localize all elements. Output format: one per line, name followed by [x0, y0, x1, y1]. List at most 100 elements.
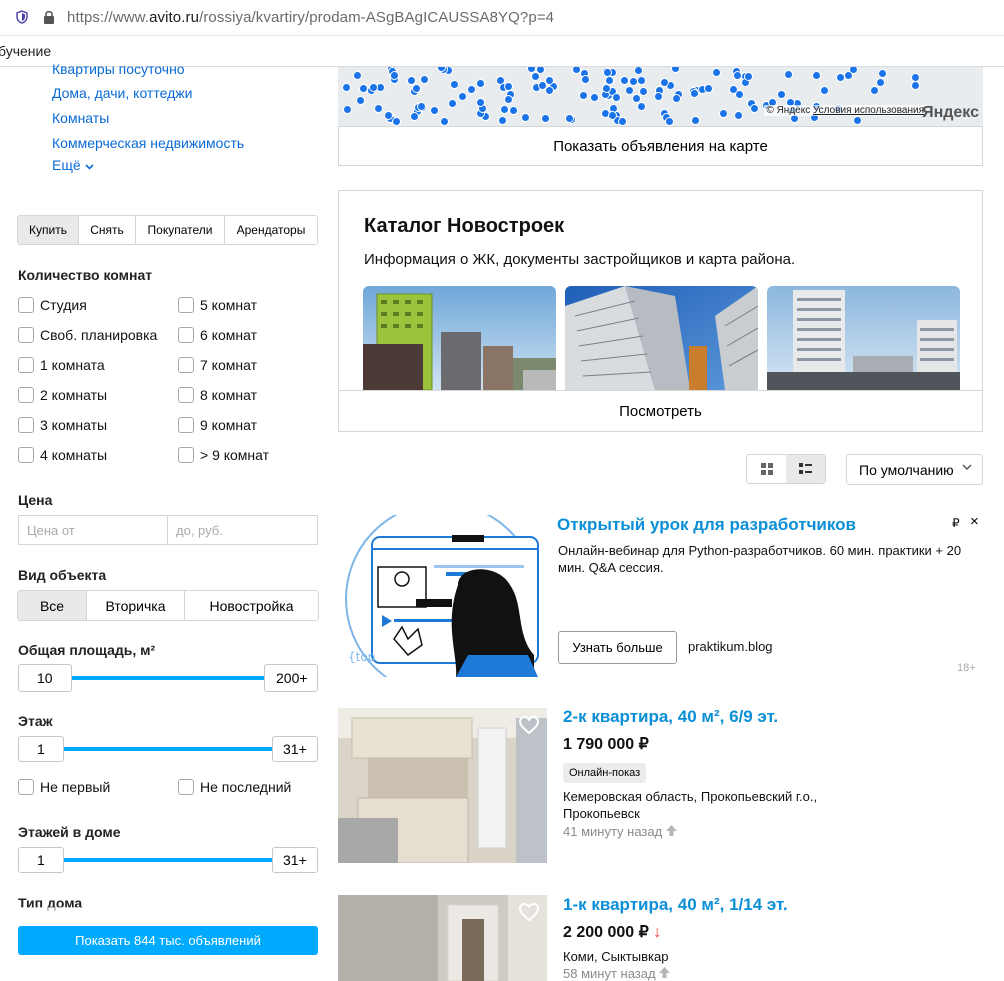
map-marker[interactable]	[819, 85, 829, 95]
room-checkbox[interactable]	[178, 357, 194, 373]
room-checkbox[interactable]	[178, 327, 194, 343]
map-marker[interactable]	[637, 75, 647, 85]
tab-buy[interactable]: Купить	[18, 216, 79, 244]
area-min-input[interactable]: 10	[18, 664, 72, 692]
ad-title[interactable]: Открытый урок для разработчиков	[557, 515, 856, 535]
room-checkbox[interactable]	[178, 387, 194, 403]
category-link[interactable]: Коммерческая недвижимость	[52, 135, 244, 151]
map-marker[interactable]	[639, 87, 649, 97]
floors-slider-track[interactable]	[62, 858, 274, 862]
ad-image[interactable]: {top	[338, 515, 547, 677]
map-marker[interactable]	[671, 94, 681, 104]
map-marker[interactable]	[602, 67, 612, 77]
map-marker[interactable]	[498, 115, 508, 125]
url-text[interactable]: https://www.avito.ru/rossiya/kvartiry/pr…	[67, 9, 554, 26]
listing-title[interactable]: 2-к квартира, 40 м², 6/9 эт.	[563, 707, 778, 727]
map-marker[interactable]	[580, 75, 590, 85]
lock-icon[interactable]	[42, 9, 56, 25]
map-marker[interactable]	[665, 117, 675, 126]
map-marker[interactable]	[636, 101, 646, 111]
room-checkbox[interactable]	[18, 357, 34, 373]
room-checkbox[interactable]	[18, 327, 34, 343]
map-marker[interactable]	[690, 116, 700, 126]
map-marker[interactable]	[374, 103, 384, 113]
price-from-input[interactable]: Цена от	[18, 515, 168, 545]
map-marker[interactable]	[342, 82, 352, 92]
listing-photo[interactable]	[338, 708, 547, 863]
map-marker[interactable]	[475, 97, 485, 107]
map-marker[interactable]	[783, 70, 793, 80]
map-marker[interactable]	[355, 96, 365, 106]
map-marker[interactable]	[624, 85, 634, 95]
map-marker[interactable]	[467, 84, 477, 94]
map-marker[interactable]	[430, 105, 440, 115]
list-view-button[interactable]	[786, 455, 825, 483]
map-marker[interactable]	[719, 108, 729, 118]
map-marker[interactable]	[343, 104, 353, 114]
tab-buyers[interactable]: Покупатели	[136, 216, 225, 244]
area-slider-track[interactable]	[70, 676, 266, 680]
grid-view-button[interactable]	[747, 455, 786, 483]
map-marker[interactable]	[530, 71, 540, 81]
tab-secondary[interactable]: Вторичка	[87, 591, 185, 620]
map-marker[interactable]	[712, 67, 722, 77]
catalog-see-button[interactable]: Посмотреть	[339, 390, 982, 432]
map-marker[interactable]	[579, 91, 589, 101]
map-marker[interactable]	[654, 91, 664, 101]
map-marker[interactable]	[458, 92, 468, 102]
map-marker[interactable]	[508, 105, 518, 115]
close-icon[interactable]: ×	[970, 513, 979, 530]
map-marker[interactable]	[875, 77, 885, 87]
map-marker[interactable]	[601, 83, 611, 93]
room-checkbox[interactable]	[178, 447, 194, 463]
tab-tenants[interactable]: Арендаторы	[225, 216, 317, 244]
map-marker[interactable]	[440, 117, 450, 126]
map-marker[interactable]	[607, 110, 617, 120]
not-last-checkbox[interactable]	[178, 779, 194, 795]
map-marker[interactable]	[878, 68, 888, 78]
category-link[interactable]: Комнаты	[52, 110, 109, 126]
map-marker[interactable]	[352, 71, 362, 81]
map-marker[interactable]	[503, 95, 513, 105]
map[interactable]: © Яндекс Условия использования Яндекс	[338, 67, 983, 126]
building-photo[interactable]	[363, 286, 556, 390]
map-marker[interactable]	[390, 70, 400, 80]
floor-slider-track[interactable]	[62, 747, 274, 751]
room-checkbox[interactable]	[178, 417, 194, 433]
floor-max-input[interactable]: 31+	[272, 736, 318, 762]
map-marker[interactable]	[448, 99, 458, 109]
more-categories-link[interactable]: Ещё	[52, 157, 94, 173]
map-marker[interactable]	[749, 103, 759, 113]
favorite-heart-icon[interactable]	[519, 903, 539, 921]
map-marker[interactable]	[449, 79, 459, 89]
ad-domain[interactable]: praktikum.blog	[688, 639, 773, 654]
room-checkbox[interactable]	[18, 447, 34, 463]
map-marker[interactable]	[611, 93, 621, 103]
map-marker[interactable]	[564, 113, 574, 123]
map-marker[interactable]	[670, 67, 680, 74]
map-marker[interactable]	[911, 80, 921, 90]
map-marker[interactable]	[410, 112, 420, 122]
favorite-heart-icon[interactable]	[519, 716, 539, 734]
show-results-button[interactable]: Показать 844 тыс. объявлений	[18, 926, 318, 955]
floors-max-input[interactable]: 31+	[272, 847, 318, 873]
map-marker[interactable]	[869, 85, 879, 95]
learn-more-button[interactable]: Узнать больше	[558, 631, 677, 664]
tab-rent[interactable]: Снять	[79, 216, 136, 244]
map-marker[interactable]	[729, 84, 739, 94]
shield-icon[interactable]	[16, 10, 28, 24]
map-marker[interactable]	[744, 72, 754, 82]
map-marker[interactable]	[836, 72, 846, 82]
bookmark-item[interactable]: бучение	[0, 43, 51, 59]
building-photo[interactable]	[565, 286, 758, 390]
map-marker[interactable]	[391, 117, 401, 126]
map-marker[interactable]	[777, 90, 787, 100]
building-photo[interactable]	[767, 286, 960, 390]
tab-all[interactable]: Все	[18, 591, 87, 620]
map-marker[interactable]	[704, 84, 714, 94]
show-on-map-button[interactable]: Показать объявления на карте	[338, 126, 983, 166]
map-marker[interactable]	[628, 76, 638, 86]
area-max-input[interactable]: 200+	[264, 664, 318, 692]
room-checkbox[interactable]	[18, 417, 34, 433]
map-terms-link[interactable]: Условия использования	[813, 105, 924, 116]
